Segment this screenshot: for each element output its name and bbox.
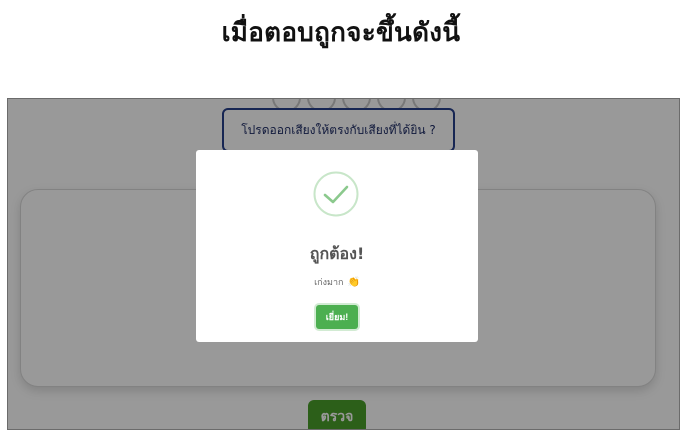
modal-title: ถูกต้อง! <box>309 244 365 263</box>
success-modal: ถูกต้อง! เก่งมาก 👏 เยี่ยม! <box>196 150 478 342</box>
clap-icon: 👏 <box>347 276 360 288</box>
page-heading: เมื่อตอบถูกจะขึ้นดังนี้ <box>221 18 461 48</box>
modal-message-text: เก่งมาก <box>314 278 344 288</box>
confirm-button[interactable]: เยี่ยม! <box>316 305 358 329</box>
modal-message: เก่งมาก 👏 <box>196 275 478 289</box>
quiz-screen: โปรดออกเสียงให้ตรงกับเสียงที่ได้ยิน ? ตร… <box>7 98 680 430</box>
check-circle-icon <box>313 171 359 217</box>
